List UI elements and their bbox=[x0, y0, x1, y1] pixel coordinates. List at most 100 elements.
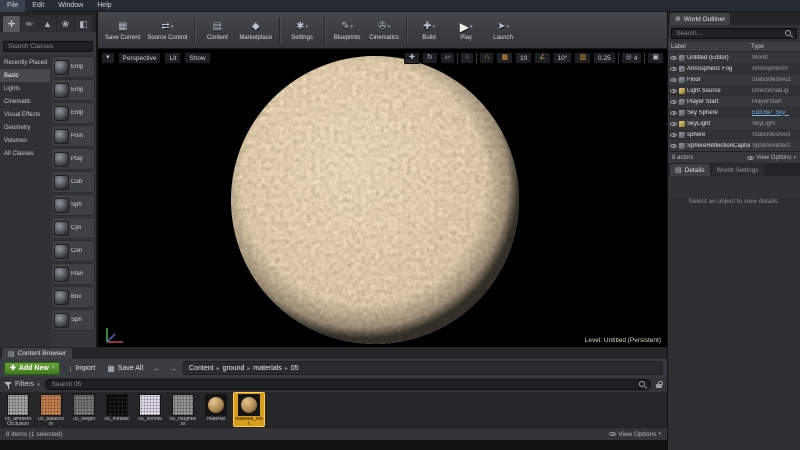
grid-snap-toggle[interactable]: ▦ bbox=[496, 52, 513, 64]
save-current-button[interactable]: ▦ Save Current bbox=[102, 14, 143, 47]
category-basic[interactable]: Basic bbox=[0, 69, 50, 82]
outliner-column-header[interactable]: Label Type bbox=[668, 42, 800, 52]
asset-search-input[interactable] bbox=[44, 379, 651, 390]
outliner-row[interactable]: Untitled (Editor) World bbox=[668, 52, 800, 63]
view-mode-lit-button[interactable]: Lit bbox=[164, 52, 182, 64]
source-control-button[interactable]: ⇄ ▾ Source Control bbox=[144, 14, 190, 47]
category-recently-placed[interactable]: Recently Placed bbox=[0, 56, 50, 69]
perspective-button[interactable]: Perspective bbox=[117, 52, 162, 64]
placeable-item[interactable]: Sph bbox=[51, 194, 95, 216]
cinematics-button[interactable]: ✇ ▾ Cinematics bbox=[366, 14, 402, 47]
menu-edit[interactable]: Edit bbox=[25, 0, 51, 12]
maximize-viewport-button[interactable]: ▣ bbox=[647, 52, 664, 64]
place-mode-tab[interactable]: ✛ bbox=[3, 16, 20, 32]
asset-tile[interactable]: 05_metallic bbox=[102, 393, 132, 426]
outliner-row[interactable]: SphereReflectionCapture SphereReflect bbox=[668, 140, 800, 151]
placeable-item[interactable]: Con bbox=[51, 240, 95, 262]
landscape-mode-tab[interactable]: ▲ bbox=[39, 16, 56, 32]
marketplace-button[interactable]: ◆ Marketplace bbox=[236, 14, 275, 47]
placeable-item[interactable]: Sph bbox=[51, 309, 95, 331]
asset-tile[interactable]: 05_height bbox=[69, 393, 99, 426]
outliner-row[interactable]: Floor StaticMeshAct bbox=[668, 74, 800, 85]
category-volumes[interactable]: Volumes bbox=[0, 134, 50, 147]
surface-snap-toggle[interactable]: ∩ bbox=[479, 52, 495, 64]
category-all-classes[interactable]: All Classes bbox=[0, 147, 50, 160]
tab-world-outliner[interactable]: ⊕ World Outliner bbox=[670, 13, 731, 25]
scale-snap-value[interactable]: 0.25 bbox=[592, 52, 616, 64]
blueprints-button[interactable]: ✎ ▾ Blueprints bbox=[329, 14, 365, 47]
back-button[interactable]: ← bbox=[151, 364, 163, 373]
content-button[interactable]: ▤ Content bbox=[199, 14, 235, 47]
world-space-toggle[interactable]: ○ bbox=[460, 52, 475, 64]
import-button[interactable]: ↓ Import bbox=[64, 362, 99, 375]
viewport-options-button[interactable]: ▾ bbox=[101, 52, 115, 64]
menu-window[interactable]: Window bbox=[51, 0, 90, 12]
asset-tile-selected[interactable]: material_Inst bbox=[233, 392, 265, 427]
placeable-item[interactable]: Box bbox=[51, 286, 95, 308]
category-visual-effects[interactable]: Visual Effects bbox=[0, 108, 50, 121]
tab-content-browser[interactable]: ▤ Content Browser bbox=[2, 348, 73, 359]
visibility-eye-icon[interactable] bbox=[670, 132, 677, 137]
placeable-item[interactable]: Emp bbox=[51, 102, 95, 124]
visibility-eye-icon[interactable] bbox=[670, 143, 677, 148]
outliner-row[interactable]: SkyLight SkyLight bbox=[668, 118, 800, 129]
asset-tile[interactable]: 05_ambient Occlusion bbox=[3, 393, 33, 427]
scale-tool-button[interactable]: ▱ bbox=[439, 52, 456, 64]
foliage-mode-tab[interactable]: ❀ bbox=[57, 16, 74, 32]
paint-mode-tab[interactable]: ✏ bbox=[21, 16, 38, 32]
forward-button[interactable]: → bbox=[167, 364, 179, 373]
launch-button[interactable]: ➤ ▾ Launch bbox=[485, 14, 521, 47]
outliner-row[interactable]: Sky Sphere Edit BP_Sky_ bbox=[668, 107, 800, 118]
breadcrumb-item-content[interactable]: Content bbox=[189, 365, 214, 372]
menu-file[interactable]: File bbox=[0, 0, 26, 12]
grid-snap-value[interactable]: 10 bbox=[515, 52, 533, 64]
outliner-row[interactable]: sphere StaticMeshAct bbox=[668, 129, 800, 140]
placeable-item[interactable]: Plan bbox=[51, 263, 95, 285]
breadcrumb-item-materials[interactable]: materials bbox=[253, 365, 281, 372]
rotation-snap-value[interactable]: 10° bbox=[552, 52, 573, 64]
visibility-eye-icon[interactable] bbox=[670, 99, 677, 104]
settings-button[interactable]: ✱ ▾ Settings bbox=[284, 14, 320, 47]
breadcrumb-item-05[interactable]: 05 bbox=[291, 365, 299, 372]
scale-snap-toggle[interactable]: ▥ bbox=[574, 52, 591, 64]
edit-blueprint-link[interactable]: Edit BP_Sky_ bbox=[752, 110, 798, 116]
breadcrumb-item-ground[interactable]: ground bbox=[223, 365, 245, 372]
placeable-item[interactable]: Emp bbox=[51, 79, 95, 101]
menu-help[interactable]: Help bbox=[90, 0, 118, 12]
placeable-item[interactable]: Poin bbox=[51, 125, 95, 147]
show-flags-button[interactable]: Show bbox=[184, 52, 211, 64]
category-geometry[interactable]: Geometry bbox=[0, 121, 50, 134]
translate-tool-button[interactable]: ✚ bbox=[403, 52, 420, 64]
rotate-tool-button[interactable]: ↻ bbox=[421, 52, 438, 64]
build-button[interactable]: ✚ ▾ Build bbox=[411, 14, 447, 47]
visibility-eye-icon[interactable] bbox=[670, 77, 677, 82]
asset-tile[interactable]: material bbox=[201, 393, 231, 426]
category-cinematic[interactable]: Cinematic bbox=[0, 95, 50, 108]
category-lights[interactable]: Lights bbox=[0, 82, 50, 95]
search-classes-input[interactable] bbox=[3, 41, 93, 52]
level-viewport[interactable]: ▾ Perspective Lit Show ✚ ↻ ▱ ○ ∩ ▦ 10 ∠ … bbox=[98, 49, 667, 347]
outliner-row[interactable]: Player Start PlayerStart bbox=[668, 96, 800, 107]
outliner-row[interactable]: Light Source DirectionalLig bbox=[668, 85, 800, 96]
placeable-item[interactable]: Cyli bbox=[51, 217, 95, 239]
filters-button[interactable]: Filters ▾ bbox=[4, 381, 40, 389]
visibility-eye-icon[interactable] bbox=[670, 121, 677, 126]
outliner-row[interactable]: Atmospheric Fog AtmosphericF bbox=[668, 63, 800, 74]
placeable-item[interactable]: Play bbox=[51, 148, 95, 170]
visibility-eye-icon[interactable] bbox=[670, 66, 677, 71]
visibility-eye-icon[interactable] bbox=[670, 88, 677, 93]
rotation-snap-toggle[interactable]: ∠ bbox=[534, 52, 551, 64]
save-all-button[interactable]: ▦ Save All bbox=[103, 362, 147, 375]
visibility-eye-icon[interactable] bbox=[670, 55, 677, 60]
camera-speed-button[interactable]: ◎ 4 bbox=[620, 52, 643, 64]
asset-tile[interactable]: 05_roughness bbox=[168, 393, 198, 427]
outliner-search-input[interactable] bbox=[671, 28, 797, 39]
placeable-item[interactable]: Cub bbox=[51, 171, 95, 193]
tab-details[interactable]: ▤ Details bbox=[670, 164, 710, 176]
geometry-mode-tab[interactable]: ◧ bbox=[75, 16, 92, 32]
tab-world-settings[interactable]: World Settings bbox=[711, 164, 764, 176]
add-new-button[interactable]: ✚ Add New ▾ bbox=[4, 361, 61, 375]
outliner-view-options-button[interactable]: View Options ▾ bbox=[747, 155, 796, 161]
visibility-eye-icon[interactable] bbox=[670, 110, 677, 115]
asset-tile[interactable]: 05_basecolor bbox=[36, 393, 66, 427]
